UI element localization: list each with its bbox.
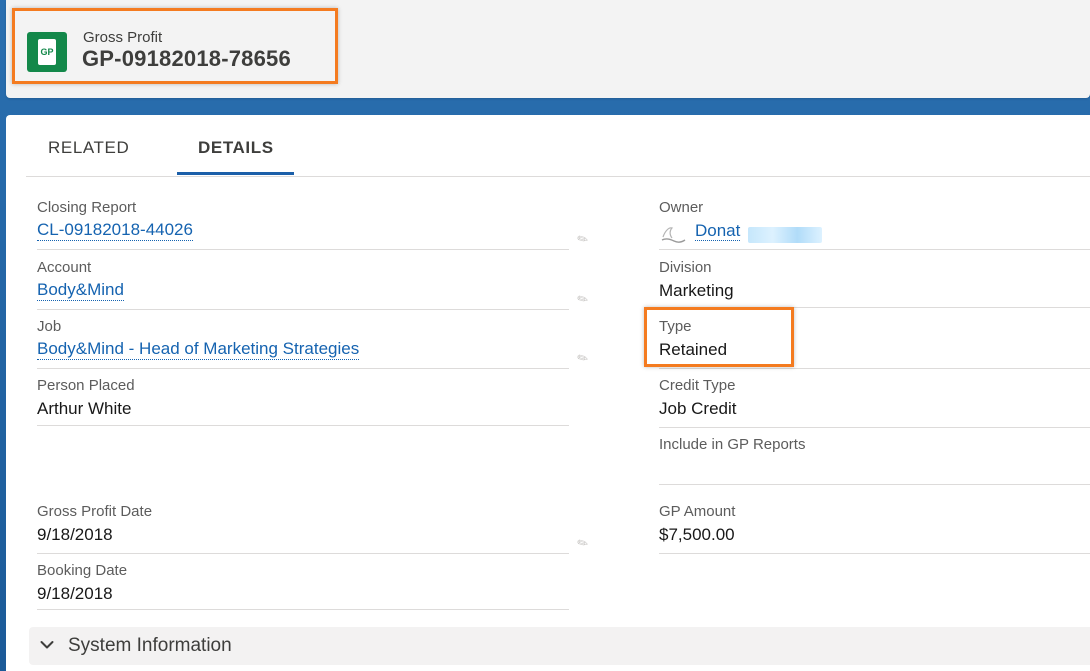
division-value: Marketing	[659, 281, 734, 300]
owner-avatar-icon	[661, 227, 686, 243]
section-title[interactable]: System Information	[68, 635, 232, 657]
field-divider	[37, 609, 569, 610]
account-link[interactable]: Body&Mind	[37, 280, 124, 301]
field-divider	[37, 249, 569, 250]
field-gp-amount: GP Amount $7,500.00	[659, 503, 1090, 554]
field-divider	[659, 553, 1090, 554]
field-divider	[37, 553, 569, 554]
field-label: GP Amount	[659, 503, 736, 520]
field-closing-report: Closing Report CL-09182018-44026	[37, 199, 569, 250]
field-include-in-gp-reports: Include in GP Reports	[659, 436, 1090, 485]
header-highlight-box	[12, 8, 338, 84]
type-highlight-box	[644, 307, 794, 367]
tab-details[interactable]: DETAILS	[198, 138, 274, 158]
field-label: Gross Profit Date	[37, 503, 153, 520]
active-tab-indicator	[177, 172, 294, 175]
field-divider	[659, 427, 1090, 428]
field-divider	[37, 425, 569, 426]
tab-bar: RELATED DETAILS	[26, 130, 1090, 177]
field-owner: Owner Donat	[659, 199, 1090, 250]
field-label: Job	[37, 318, 62, 335]
job-link[interactable]: Body&Mind - Head of Marketing Strategies	[37, 339, 360, 360]
field-label: Owner	[659, 199, 704, 216]
gross-profit-date-value: 9/18/2018	[37, 525, 113, 544]
field-divider	[37, 368, 569, 369]
field-divider	[659, 368, 1090, 369]
field-person-placed: Person Placed Arthur White	[37, 377, 569, 426]
field-account: Account Body&Mind	[37, 259, 569, 310]
closing-report-link[interactable]: CL-09182018-44026	[37, 220, 193, 241]
field-label: Account	[37, 259, 92, 276]
field-divider	[37, 309, 569, 310]
booking-date-value: 9/18/2018	[37, 584, 113, 603]
field-label: Person Placed	[37, 377, 135, 394]
field-credit-type: Credit Type Job Credit	[659, 377, 1090, 428]
owner-value-wrap: Donat	[659, 220, 1090, 242]
field-job: Job Body&Mind - Head of Marketing Strate…	[37, 318, 569, 369]
gp-amount-value: $7,500.00	[659, 525, 735, 544]
credit-type-value: Job Credit	[659, 399, 737, 418]
field-label: Include in GP Reports	[659, 436, 806, 453]
owner-link[interactable]: Donat	[695, 221, 741, 241]
redacted-owner-name	[748, 227, 822, 243]
field-label: Booking Date	[37, 562, 128, 579]
field-division: Division Marketing	[659, 259, 1090, 308]
field-gross-profit-date: Gross Profit Date 9/18/2018	[37, 503, 569, 554]
field-label: Division	[659, 259, 712, 276]
field-label: Credit Type	[659, 377, 736, 394]
field-label: Closing Report	[37, 199, 137, 216]
chevron-down-icon[interactable]	[40, 640, 54, 650]
field-booking-date: Booking Date 9/18/2018	[37, 562, 569, 610]
field-divider	[659, 484, 1090, 485]
field-divider	[659, 249, 1090, 250]
tab-related[interactable]: RELATED	[48, 138, 129, 158]
person-placed-value: Arthur White	[37, 399, 132, 418]
